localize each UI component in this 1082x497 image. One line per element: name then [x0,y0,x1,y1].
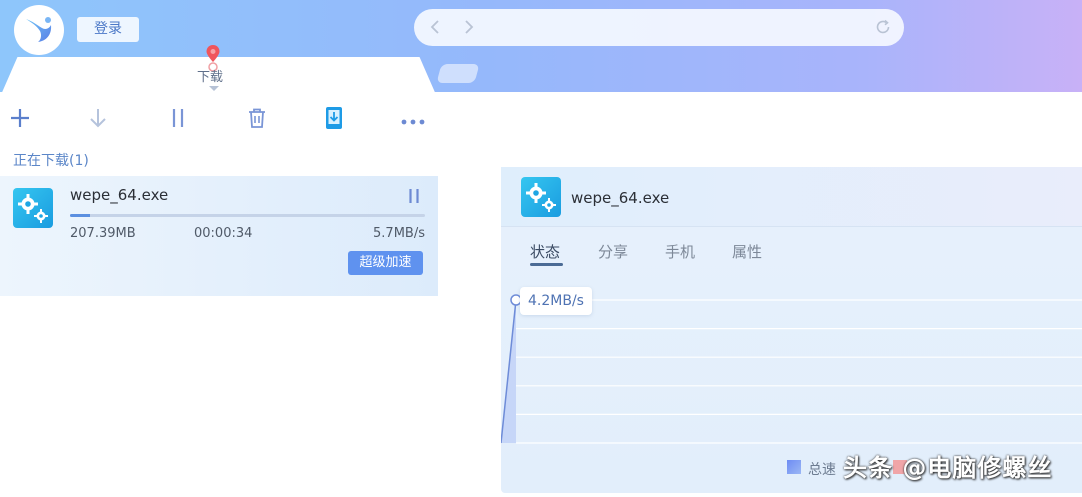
chevron-down-icon [209,86,219,91]
elapsed-time: 00:00:34 [194,226,253,241]
download-progress-fill [70,214,90,217]
file-size: 207.39MB [70,226,136,241]
bird-logo-icon [22,11,56,49]
file-name: wepe_64.exe [70,186,169,204]
chart-grid [516,299,1082,444]
mobile-transfer-button[interactable] [320,106,348,134]
tab-share[interactable]: 分享 [598,241,628,262]
exe-file-icon [521,177,561,217]
avatar[interactable] [14,5,64,55]
active-tab-indicator [530,263,563,266]
refresh-icon[interactable] [874,18,892,36]
legend-total-label: 总速 [808,462,836,478]
tab-mobile[interactable]: 手机 [665,241,695,262]
forward-icon[interactable] [460,18,478,36]
back-icon[interactable] [426,18,444,36]
tab-status[interactable]: 状态 [530,241,560,262]
current-speed-tooltip: 4.2MB/s [520,287,592,315]
detail-file-name: wepe_64.exe [571,189,670,207]
download-button[interactable] [84,106,112,134]
tab-downloads-label: 下载 [197,70,224,85]
tab-properties[interactable]: 属性 [732,241,762,262]
detail-header: wepe_64.exe [501,167,1082,227]
super-boost-button[interactable]: 超级加速 [348,251,423,275]
trash-icon [246,107,268,133]
address-bar[interactable] [414,9,904,46]
download-progress-bar [70,214,425,217]
download-arrow-icon [88,107,108,133]
downloading-section-title: 正在下载(1) [13,153,89,169]
phone-transfer-icon [323,106,345,134]
pause-all-button[interactable] [164,106,192,134]
more-button[interactable] [399,106,427,134]
plus-icon [9,107,31,133]
add-button[interactable] [6,106,34,134]
delete-button[interactable] [243,106,271,134]
pause-icon [169,107,187,133]
watermark: 头条 @电脑修螺丝 [843,454,1053,482]
login-button[interactable]: 登录 [77,17,139,42]
more-dots-icon [400,111,426,130]
legend-total-swatch [787,460,801,474]
download-list-item[interactable]: wepe_64.exe 207.39MB 00:00:34 5.7MB/s 超级… [0,176,438,296]
download-speed: 5.7MB/s [373,226,425,241]
pause-icon [407,188,421,208]
download-detail-panel: wepe_64.exe 状态 分享 手机 属性 [501,167,1082,493]
item-pause-button[interactable] [404,188,424,208]
tab-new[interactable] [436,64,480,83]
exe-file-icon [13,188,53,228]
